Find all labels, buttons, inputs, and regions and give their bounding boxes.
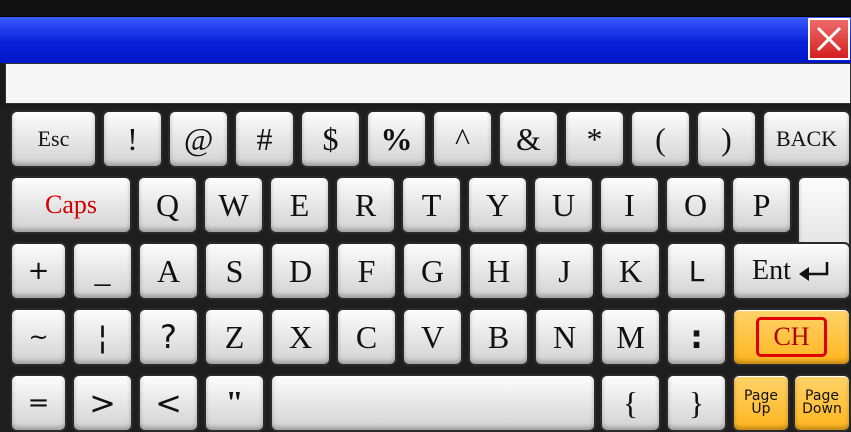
key-ch-language[interactable]: CH <box>732 308 851 366</box>
close-button[interactable] <box>808 18 850 60</box>
key-l[interactable]: L <box>666 242 727 300</box>
text-input-field[interactable] <box>5 63 851 104</box>
key-a[interactable]: A <box>138 242 199 300</box>
key-at[interactable]: @ <box>168 110 229 168</box>
key-plus[interactable]: + <box>10 242 67 300</box>
key-exclamation[interactable]: ! <box>102 110 163 168</box>
ch-label: CH <box>756 317 827 357</box>
key-less-than[interactable]: < <box>138 374 199 432</box>
key-p[interactable]: P <box>731 176 792 234</box>
key-t[interactable]: T <box>401 176 462 234</box>
key-dollar[interactable]: $ <box>300 110 361 168</box>
key-asterisk[interactable]: * <box>564 110 625 168</box>
key-r[interactable]: R <box>335 176 396 234</box>
key-underscore[interactable]: _ <box>72 242 133 300</box>
key-v[interactable]: V <box>402 308 463 366</box>
key-backspace[interactable]: BACK <box>762 110 851 168</box>
key-close-brace[interactable]: } <box>666 374 727 432</box>
key-c[interactable]: C <box>336 308 397 366</box>
key-z[interactable]: Z <box>204 308 265 366</box>
key-page-up[interactable]: Page Up <box>732 374 790 432</box>
key-h[interactable]: H <box>468 242 529 300</box>
key-o[interactable]: O <box>665 176 726 234</box>
key-tilde[interactable]: ~ <box>10 308 67 366</box>
close-icon <box>816 26 842 52</box>
key-quote[interactable]: " <box>204 374 265 432</box>
key-equals[interactable]: = <box>10 374 67 432</box>
key-u[interactable]: U <box>533 176 594 234</box>
virtual-keyboard: Esc ! @ # $ % ^ & * ( ) BACK Caps Q W E … <box>0 106 851 432</box>
key-x[interactable]: X <box>270 308 331 366</box>
enter-label: Ent <box>752 255 791 286</box>
key-m[interactable]: M <box>600 308 661 366</box>
key-w[interactable]: W <box>203 176 264 234</box>
key-question[interactable]: ? <box>138 308 199 366</box>
key-page-down[interactable]: Page Down <box>793 374 851 432</box>
key-b[interactable]: B <box>468 308 529 366</box>
key-e[interactable]: E <box>269 176 330 234</box>
key-enter[interactable]: Ent <box>732 242 851 300</box>
key-close-paren[interactable]: ) <box>696 110 757 168</box>
key-greater-than[interactable]: > <box>72 374 133 432</box>
key-q[interactable]: Q <box>137 176 198 234</box>
key-open-brace[interactable]: { <box>600 374 661 432</box>
key-ampersand[interactable]: & <box>498 110 559 168</box>
key-n[interactable]: N <box>534 308 595 366</box>
key-k[interactable]: K <box>600 242 661 300</box>
key-space[interactable] <box>270 374 596 432</box>
key-esc[interactable]: Esc <box>10 110 97 168</box>
title-bar <box>0 16 851 63</box>
key-caps[interactable]: Caps <box>10 176 132 234</box>
key-percent[interactable]: % <box>366 110 427 168</box>
enter-arrow-icon <box>798 262 829 281</box>
key-i[interactable]: I <box>599 176 660 234</box>
key-j[interactable]: J <box>534 242 595 300</box>
key-g[interactable]: G <box>402 242 463 300</box>
key-y[interactable]: Y <box>467 176 528 234</box>
key-d[interactable]: D <box>270 242 331 300</box>
key-f[interactable]: F <box>336 242 397 300</box>
key-s[interactable]: S <box>204 242 265 300</box>
key-broken-bar[interactable]: ¦ <box>72 308 133 366</box>
key-colon[interactable]: : <box>666 308 727 366</box>
key-hash[interactable]: # <box>234 110 295 168</box>
key-caret[interactable]: ^ <box>432 110 493 168</box>
window-top-edge <box>0 0 851 16</box>
key-open-paren[interactable]: ( <box>630 110 691 168</box>
